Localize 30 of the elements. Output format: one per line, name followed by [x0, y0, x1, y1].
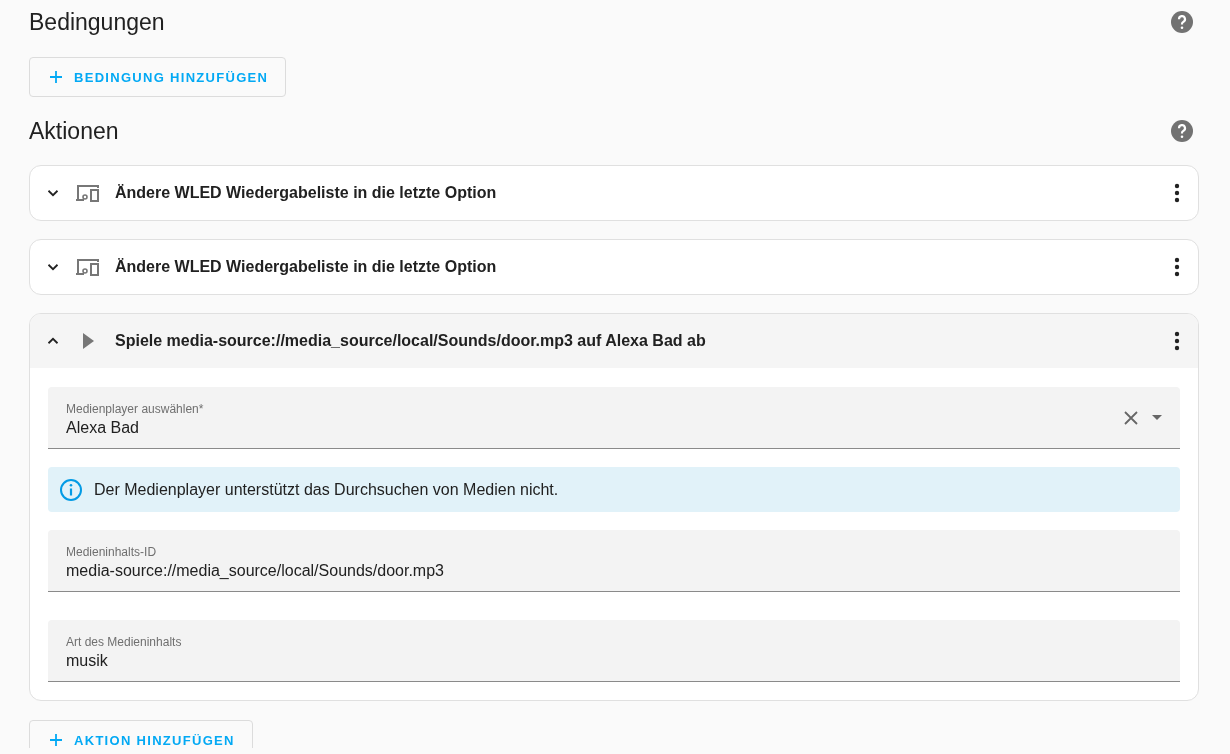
clear-icon[interactable]: [1124, 410, 1138, 425]
alert-text: Der Medienplayer unterstützt das Durchsuchen von Medien nicht.: [94, 480, 559, 499]
help-icon[interactable]: [1170, 119, 1194, 143]
help-icon[interactable]: [1170, 10, 1194, 34]
action-title: Ändere WLED Wiedergabeliste in die letzte Option: [115, 184, 498, 202]
more-options-icon[interactable]: [1174, 183, 1180, 203]
field-value: media-source://media_source/local/Sounds/door.mp3: [66, 562, 445, 580]
action-title: Ändere WLED Wiedergabeliste in die letzte Option: [115, 258, 498, 276]
field-label: Medieninhalts-ID: [66, 545, 158, 559]
more-options-icon[interactable]: [1174, 257, 1180, 277]
more-options-icon[interactable]: [1174, 331, 1180, 351]
section-heading: Aktionen: [29, 117, 119, 145]
field-value: Alexa Bad: [66, 419, 140, 437]
info-icon: [59, 477, 83, 502]
devices-icon: [75, 257, 101, 277]
media-player-select[interactable]: Medienplayer auswählen* Alexa Bad: [48, 387, 1180, 449]
action-header[interactable]: Ändere WLED Wiedergabeliste in die letzte Option: [30, 240, 1198, 294]
field-value: musik: [66, 652, 109, 670]
action-title: Spiele media-source://media_source/local/Sounds/door.mp3 auf Alexa Bad ab: [115, 332, 707, 350]
plus-icon: [50, 71, 62, 83]
field-label: Art des Medieninhalts: [66, 635, 183, 649]
field-label: Medienplayer auswählen*: [66, 402, 205, 416]
action-header[interactable]: Ändere WLED Wiedergabeliste in die letzte Option: [30, 166, 1198, 220]
text-field[interactable]: Art des Medieninhalts musik: [48, 620, 1180, 682]
dropdown-icon[interactable]: [1152, 415, 1162, 420]
text-field[interactable]: Medieninhalts-ID media-source://media_source/local/Sounds/door.mp3: [48, 530, 1180, 592]
section-heading: Bedingungen: [29, 8, 165, 36]
plus-icon: [50, 734, 62, 746]
action-header[interactable]: Spiele media-source://media_source/local/Sounds/door.mp3 auf Alexa Bad ab: [30, 314, 1198, 368]
devices-icon: [75, 183, 101, 203]
